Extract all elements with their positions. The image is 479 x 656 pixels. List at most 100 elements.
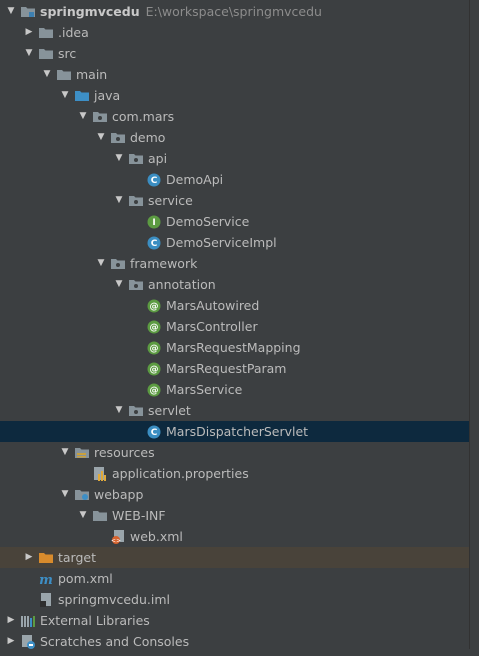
package-icon <box>110 256 126 272</box>
tree-node-label: application.properties <box>112 466 249 481</box>
tree-node[interactable]: @ MarsService <box>0 379 470 400</box>
expand-arrow-down-icon[interactable]: ▼ <box>113 400 125 421</box>
svg-text:@: @ <box>150 344 159 354</box>
tree-node[interactable]: @ MarsController <box>0 316 470 337</box>
svg-text:m: m <box>39 573 53 587</box>
excluded-folder-icon <box>38 550 54 566</box>
tree-node[interactable]: ▼ framework <box>0 253 470 274</box>
iml-file-icon <box>38 592 54 608</box>
expand-arrow-right-icon[interactable]: ▶ <box>5 610 17 631</box>
class-icon: C <box>146 172 162 188</box>
tree-node[interactable]: ▼ springmvcedu E:\workspace\springmvcedu <box>0 1 470 22</box>
expand-arrow-down-icon[interactable]: ▼ <box>95 253 107 274</box>
tree-node[interactable]: springmvcedu.iml <box>0 589 470 610</box>
tree-node-label: MarsDispatcherServlet <box>166 424 309 439</box>
project-path: E:\workspace\springmvcedu <box>145 4 322 19</box>
expand-arrow-down-icon[interactable]: ▼ <box>5 1 17 22</box>
annotation-icon: @ <box>146 319 162 335</box>
tree-node-label: service <box>148 193 193 208</box>
scratches-icon <box>20 634 36 650</box>
tree-node-label: External Libraries <box>40 613 150 628</box>
tree-node-label: MarsAutowired <box>166 298 260 313</box>
xml-file-icon: <> <box>110 529 126 545</box>
source-folder-icon <box>74 88 90 104</box>
tree-node-label: demo <box>130 130 166 145</box>
tree-node[interactable]: C DemoApi <box>0 169 470 190</box>
properties-file-icon <box>92 466 108 482</box>
tree-node[interactable]: ▼ webapp <box>0 484 470 505</box>
libraries-icon <box>20 613 36 629</box>
tree-node-label: MarsController <box>166 319 258 334</box>
tree-node[interactable]: @ MarsRequestParam <box>0 358 470 379</box>
tree-node[interactable]: ▼ main <box>0 64 470 85</box>
tree-node-label: springmvcedu E:\workspace\springmvcedu <box>40 4 322 19</box>
module-folder-icon <box>20 4 36 20</box>
expand-arrow-down-icon[interactable]: ▼ <box>59 484 71 505</box>
expand-arrow-down-icon[interactable]: ▼ <box>113 148 125 169</box>
expand-arrow-down-icon[interactable]: ▼ <box>113 190 125 211</box>
annotation-icon: @ <box>146 361 162 377</box>
svg-text:I: I <box>152 218 155 228</box>
expand-arrow-down-icon[interactable]: ▼ <box>77 505 89 526</box>
tree-node[interactable]: application.properties <box>0 463 470 484</box>
tree-node[interactable]: @ MarsRequestMapping <box>0 337 470 358</box>
class-icon: C <box>146 235 162 251</box>
tree-node[interactable]: ▶ .idea <box>0 22 470 43</box>
tree-node[interactable]: ▼ WEB-INF <box>0 505 470 526</box>
svg-text:@: @ <box>150 365 159 375</box>
tree-node[interactable]: ▼ java <box>0 85 470 106</box>
tree-node-label: src <box>58 46 77 61</box>
expand-arrow-down-icon[interactable]: ▼ <box>113 274 125 295</box>
expand-arrow-right-icon[interactable]: ▶ <box>23 22 35 43</box>
expand-arrow-down-icon[interactable]: ▼ <box>41 64 53 85</box>
tree-node-label: springmvcedu.iml <box>58 592 171 607</box>
vertical-scrollbar[interactable] <box>469 0 479 649</box>
tree-node-label: target <box>58 550 97 565</box>
folder-icon <box>38 46 54 62</box>
package-icon <box>128 193 144 209</box>
tree-node[interactable]: m pom.xml <box>0 568 470 589</box>
expand-arrow-down-icon[interactable]: ▼ <box>59 85 71 106</box>
svg-text:@: @ <box>150 323 159 333</box>
tree-node[interactable]: ▼ com.mars <box>0 106 470 127</box>
tree-node-label: annotation <box>148 277 216 292</box>
tree-node[interactable]: @ MarsAutowired <box>0 295 470 316</box>
tree-node[interactable]: C MarsDispatcherServlet <box>0 421 470 442</box>
tree-node[interactable]: ▼ annotation <box>0 274 470 295</box>
tree-node[interactable]: I DemoService <box>0 211 470 232</box>
tree-node-label: MarsRequestParam <box>166 361 287 376</box>
maven-icon: m <box>38 571 54 588</box>
expand-arrow-down-icon[interactable]: ▼ <box>59 442 71 463</box>
expand-arrow-right-icon[interactable]: ▶ <box>23 547 35 568</box>
annotation-icon: @ <box>146 298 162 314</box>
interface-icon: I <box>146 214 162 230</box>
tree-node-label: MarsService <box>166 382 243 397</box>
expand-arrow-down-icon[interactable]: ▼ <box>95 127 107 148</box>
expand-arrow-down-icon[interactable]: ▼ <box>77 106 89 127</box>
tree-node[interactable]: <> web.xml <box>0 526 470 547</box>
svg-text:C: C <box>151 176 158 186</box>
tree-node[interactable]: ▼ api <box>0 148 470 169</box>
tree-node[interactable]: ▼ resources <box>0 442 470 463</box>
tree-node-label: pom.xml <box>58 571 113 586</box>
tree-node[interactable]: ▼ demo <box>0 127 470 148</box>
tree-node[interactable]: ▼ service <box>0 190 470 211</box>
tree-node[interactable]: C DemoServiceImpl <box>0 232 470 253</box>
class-icon: C <box>146 424 162 440</box>
package-icon <box>128 277 144 293</box>
expand-arrow-down-icon[interactable]: ▼ <box>23 43 35 64</box>
svg-text:@: @ <box>150 386 159 396</box>
tree-node-label: WEB-INF <box>112 508 166 523</box>
svg-text:@: @ <box>150 302 159 312</box>
tree-node-label: .idea <box>58 25 89 40</box>
tree-node[interactable]: ▼ servlet <box>0 400 470 421</box>
tree-node-label: web.xml <box>130 529 183 544</box>
tree-node[interactable]: ▶ target <box>0 547 470 568</box>
tree-node[interactable]: ▶ External Libraries <box>0 610 470 631</box>
tree-node[interactable]: ▼ src <box>0 43 470 64</box>
tree-node-label: java <box>94 88 121 103</box>
svg-text:C: C <box>151 239 158 249</box>
tree-node-label: servlet <box>148 403 191 418</box>
tree-node-label: DemoServiceImpl <box>166 235 277 250</box>
tree-node-label: framework <box>130 256 198 271</box>
